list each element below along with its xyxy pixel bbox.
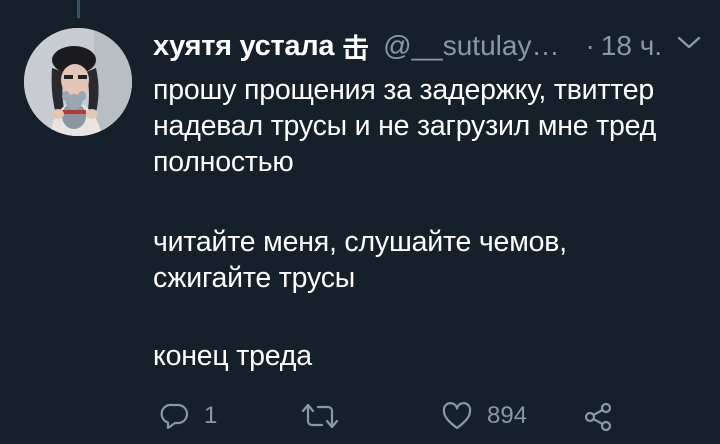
like-count: 894 bbox=[487, 402, 528, 429]
separator-dot: · bbox=[585, 30, 595, 61]
display-name[interactable]: хуятя устала bbox=[153, 30, 334, 63]
retweet-icon bbox=[301, 403, 339, 429]
avatar[interactable] bbox=[24, 28, 132, 136]
like-button[interactable]: 894 bbox=[441, 394, 527, 438]
tweet-line: надевал трусы и не загрузил мне тред bbox=[153, 110, 657, 142]
thread-connector-line bbox=[77, 0, 80, 18]
tweet-paragraph-3: конец треда bbox=[153, 338, 713, 374]
tweet-actions-bar: 1 894 bbox=[0, 394, 720, 438]
retweet-button[interactable] bbox=[300, 394, 354, 438]
tweet-paragraph-1: прошу прощения за задержку, твиттер наде… bbox=[153, 72, 713, 180]
share-icon bbox=[584, 402, 612, 431]
tweet-paragraph-2: читайте меня, слушайте чемов, сжигайте т… bbox=[153, 224, 713, 296]
display-name-glyph: 击 bbox=[342, 33, 370, 64]
reply-button[interactable]: 1 bbox=[160, 394, 217, 438]
tweet-line: читайте меня, слушайте чемов, bbox=[153, 226, 567, 258]
avatar-image bbox=[24, 28, 132, 136]
tweet-line: полностью bbox=[153, 146, 294, 178]
user-handle[interactable]: @__sutulay… bbox=[383, 30, 559, 62]
tweet-line: конец треда bbox=[153, 340, 312, 372]
reply-count: 1 bbox=[204, 402, 218, 429]
tweet-text: прошу прощения за задержку, твиттер наде… bbox=[153, 72, 713, 374]
tweet-header: хуятя устала 击 @__sutulay… · 18 ч. bbox=[153, 26, 662, 66]
tweet-line: прошу прощения за задержку, твиттер bbox=[153, 74, 655, 106]
timestamp[interactable]: 18 ч. bbox=[601, 30, 662, 62]
tweet-line: сжигайте трусы bbox=[153, 262, 356, 294]
share-button[interactable] bbox=[582, 394, 614, 438]
heart-icon bbox=[442, 402, 472, 430]
reply-icon bbox=[160, 403, 189, 430]
chevron-down-icon[interactable] bbox=[676, 34, 702, 52]
